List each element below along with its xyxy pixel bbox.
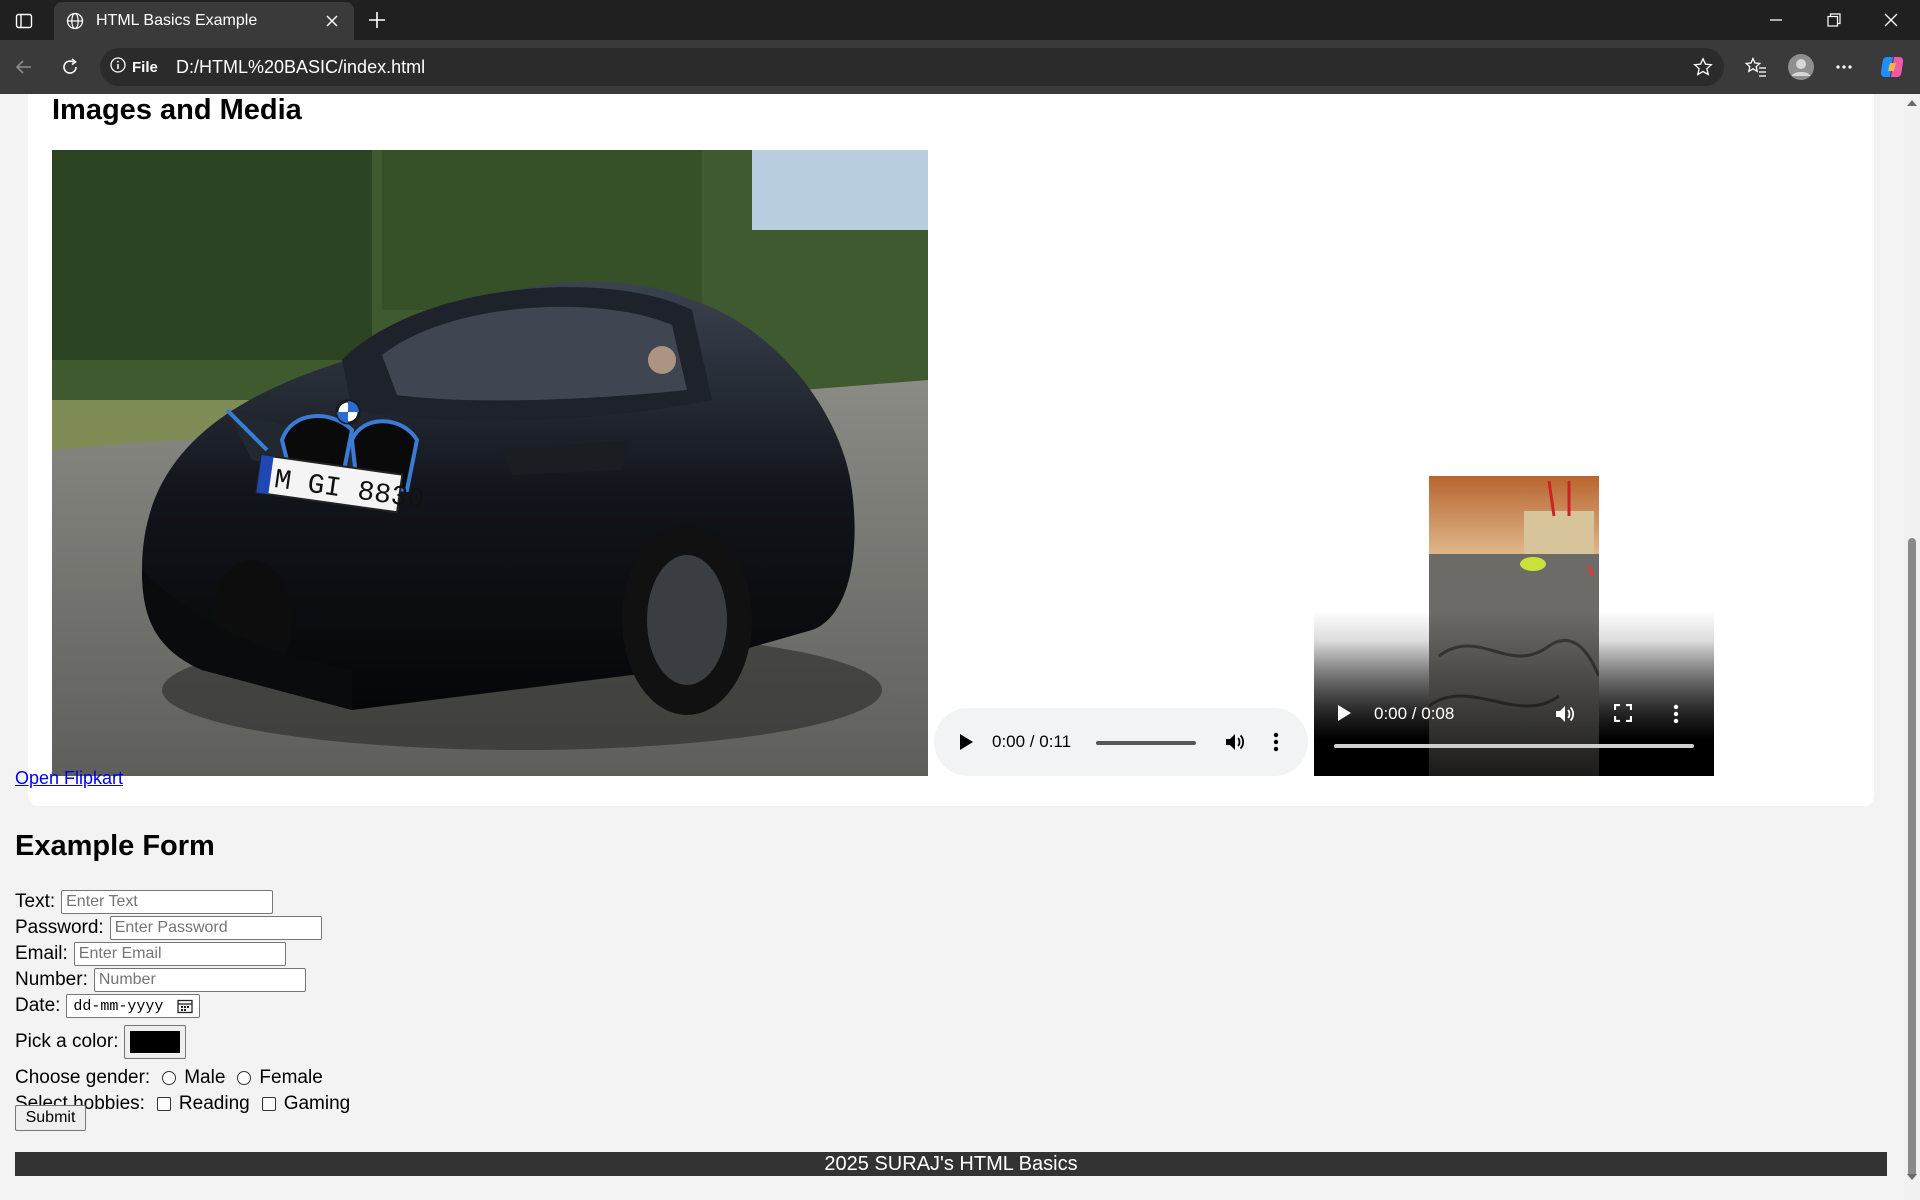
- video-player[interactable]: 0:00 / 0:08: [1314, 476, 1714, 776]
- gender-row: Choose gender: Male Female: [15, 1066, 323, 1090]
- open-flipkart-link[interactable]: Open Flipkart: [15, 768, 123, 789]
- scroll-up-arrow-icon[interactable]: [1907, 100, 1917, 106]
- checkbox-reading-label: Reading: [178, 1093, 250, 1114]
- audio-volume-icon[interactable]: [1224, 731, 1246, 758]
- radio-female-label: Female: [259, 1067, 323, 1088]
- browser-tab-bar: HTML Basics Example: [0, 0, 1920, 40]
- color-label: Pick a color:: [15, 1031, 119, 1052]
- date-label: Date:: [15, 995, 61, 1016]
- minimize-icon[interactable]: [1764, 8, 1788, 32]
- favorites-icon[interactable]: [1744, 55, 1768, 79]
- close-tab-icon[interactable]: [322, 11, 342, 31]
- video-seek-bar[interactable]: [1334, 744, 1694, 748]
- checkbox-reading[interactable]: [156, 1097, 171, 1111]
- close-window-icon[interactable]: [1879, 8, 1903, 32]
- more-options-icon[interactable]: [1832, 55, 1856, 79]
- date-placeholder: dd-mm-yyyy: [73, 997, 164, 1015]
- radio-female[interactable]: [237, 1071, 252, 1085]
- site-info-button[interactable]: File: [110, 56, 158, 78]
- audio-time: 0:00 / 0:11: [992, 732, 1072, 751]
- vertical-scrollbar[interactable]: [1904, 94, 1920, 1200]
- video-fullscreen-icon[interactable]: [1613, 703, 1633, 727]
- number-label: Number:: [15, 969, 88, 990]
- browser-toolbar: File D:/HTML%20BASIC/index.html: [0, 40, 1920, 94]
- url-text[interactable]: D:/HTML%20BASIC/index.html: [176, 57, 425, 78]
- profile-avatar-icon[interactable]: [1787, 53, 1815, 81]
- checkbox-gaming[interactable]: [261, 1097, 276, 1111]
- number-input[interactable]: [93, 968, 306, 992]
- media-section-title: Images and Media: [52, 94, 302, 126]
- audio-play-icon[interactable]: [958, 733, 974, 756]
- submit-button[interactable]: Submit: [15, 1105, 86, 1131]
- email-label: Email:: [15, 943, 68, 964]
- color-row: Pick a color:: [15, 1024, 187, 1060]
- browser-tab-active[interactable]: HTML Basics Example: [54, 2, 354, 40]
- page-footer: 2025 SURAJ's HTML Basics: [15, 1152, 1887, 1176]
- email-input[interactable]: [73, 942, 286, 966]
- password-label: Password:: [15, 917, 104, 938]
- globe-icon: [66, 12, 84, 30]
- date-input[interactable]: dd-mm-yyyy: [66, 994, 201, 1018]
- color-picker[interactable]: [124, 1025, 187, 1059]
- copilot-icon[interactable]: [1878, 53, 1906, 81]
- car-image: M GI 8830: [52, 150, 928, 776]
- radio-male-label: Male: [184, 1067, 226, 1088]
- checkbox-gaming-label: Gaming: [283, 1093, 351, 1114]
- reload-icon[interactable]: [58, 55, 82, 79]
- address-bar[interactable]: File D:/HTML%20BASIC/index.html: [100, 48, 1724, 86]
- password-input[interactable]: [109, 916, 322, 940]
- form-title: Example Form: [15, 830, 215, 862]
- video-time: 0:00 / 0:08: [1374, 704, 1455, 723]
- new-tab-icon[interactable]: [366, 9, 388, 31]
- page-viewport: Images and Media M GI 8830 0:00 / 0:11 0…: [0, 94, 1920, 1200]
- info-icon: [110, 56, 126, 78]
- back-icon[interactable]: [12, 55, 36, 79]
- number-row: Number:: [15, 968, 306, 992]
- text-label: Text:: [15, 891, 56, 912]
- calendar-icon[interactable]: [177, 998, 194, 1014]
- email-row: Email:: [15, 942, 286, 966]
- radio-male[interactable]: [162, 1071, 177, 1085]
- video-more-icon[interactable]: [1672, 703, 1680, 730]
- date-row: Date: dd-mm-yyyy: [15, 994, 201, 1018]
- audio-player[interactable]: 0:00 / 0:11: [934, 708, 1308, 776]
- video-controls-gradient: [1314, 476, 1714, 776]
- tab-actions-icon[interactable]: [12, 9, 36, 33]
- text-input[interactable]: [61, 890, 274, 914]
- audio-more-icon[interactable]: [1272, 731, 1280, 758]
- gender-label: Choose gender:: [15, 1067, 151, 1088]
- scheme-label: File: [132, 58, 158, 76]
- video-volume-icon[interactable]: [1554, 703, 1576, 730]
- tab-title: HTML Basics Example: [96, 12, 258, 29]
- audio-seek-bar[interactable]: [1096, 741, 1196, 745]
- restore-icon[interactable]: [1822, 8, 1846, 32]
- color-swatch: [130, 1031, 181, 1053]
- video-play-icon[interactable]: [1336, 704, 1352, 727]
- scroll-down-arrow-icon[interactable]: [1907, 1174, 1917, 1180]
- favorite-star-icon[interactable]: [1692, 56, 1714, 78]
- password-row: Password:: [15, 916, 322, 940]
- scroll-thumb[interactable]: [1908, 538, 1916, 1178]
- text-row: Text:: [15, 890, 274, 914]
